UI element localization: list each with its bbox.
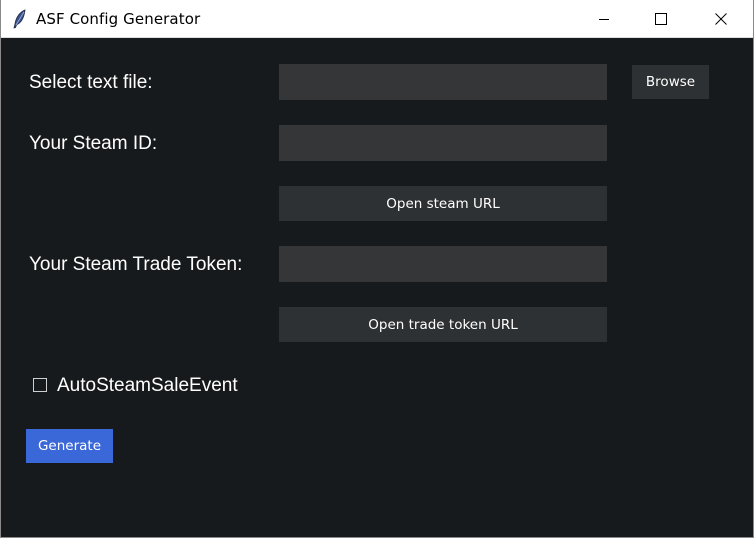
minimize-icon	[598, 13, 610, 25]
feather-icon	[12, 9, 28, 29]
close-button[interactable]	[698, 0, 744, 38]
open-steam-url-button[interactable]: Open steam URL	[279, 186, 607, 221]
text-file-label: Select text file:	[29, 72, 153, 93]
auto-sale-checkbox[interactable]	[33, 378, 47, 392]
text-file-input[interactable]	[279, 64, 607, 100]
trade-token-input[interactable]	[279, 246, 607, 282]
window-title: ASF Config Generator	[36, 10, 201, 28]
open-trade-token-url-button[interactable]: Open trade token URL	[279, 307, 607, 342]
title-bar[interactable]: ASF Config Generator	[1, 0, 753, 38]
browse-button[interactable]: Browse	[632, 65, 709, 99]
steam-id-input[interactable]	[279, 125, 607, 161]
generate-button[interactable]: Generate	[26, 429, 113, 463]
steam-id-label: Your Steam ID:	[29, 133, 158, 154]
auto-sale-label[interactable]: AutoSteamSaleEvent	[57, 375, 238, 397]
maximize-icon	[655, 13, 667, 25]
minimize-button[interactable]	[581, 0, 627, 38]
trade-token-label: Your Steam Trade Token:	[29, 254, 243, 275]
close-icon	[715, 13, 727, 25]
app-window: ASF Config Generator Select text file: B…	[0, 0, 754, 538]
maximize-button[interactable]	[638, 0, 684, 38]
